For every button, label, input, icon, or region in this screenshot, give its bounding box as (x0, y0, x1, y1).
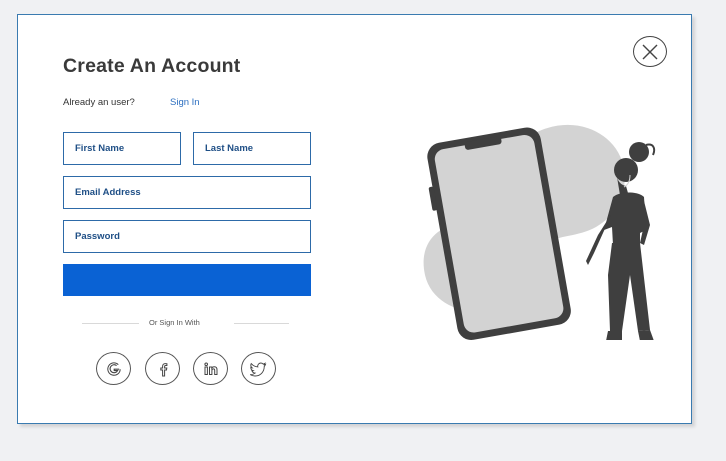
twitter-icon (250, 361, 267, 376)
already-user-text: Already an user? (63, 97, 135, 108)
google-sign-in-button[interactable] (96, 352, 131, 385)
phone-person-illustration (423, 124, 656, 340)
linkedin-sign-in-button[interactable] (193, 352, 228, 385)
divider-line-left (82, 323, 139, 324)
close-button[interactable] (633, 36, 667, 67)
password-input[interactable] (63, 220, 311, 253)
create-account-button[interactable] (63, 264, 311, 296)
twitter-sign-in-button[interactable] (241, 352, 276, 385)
first-name-input[interactable] (63, 132, 181, 165)
sign-in-link[interactable]: Sign In (170, 97, 200, 108)
or-sign-in-with-text: Or Sign In With (149, 318, 200, 327)
last-name-input[interactable] (193, 132, 311, 165)
facebook-icon (159, 362, 167, 376)
linkedin-icon (203, 362, 217, 375)
facebook-sign-in-button[interactable] (145, 352, 180, 385)
divider-line-right (234, 323, 289, 324)
google-icon (106, 361, 121, 376)
close-icon (642, 44, 658, 59)
email-input[interactable] (63, 176, 311, 209)
create-account-modal: Create An Account Already an user? Sign … (17, 14, 692, 424)
page-title: Create An Account (63, 55, 241, 77)
